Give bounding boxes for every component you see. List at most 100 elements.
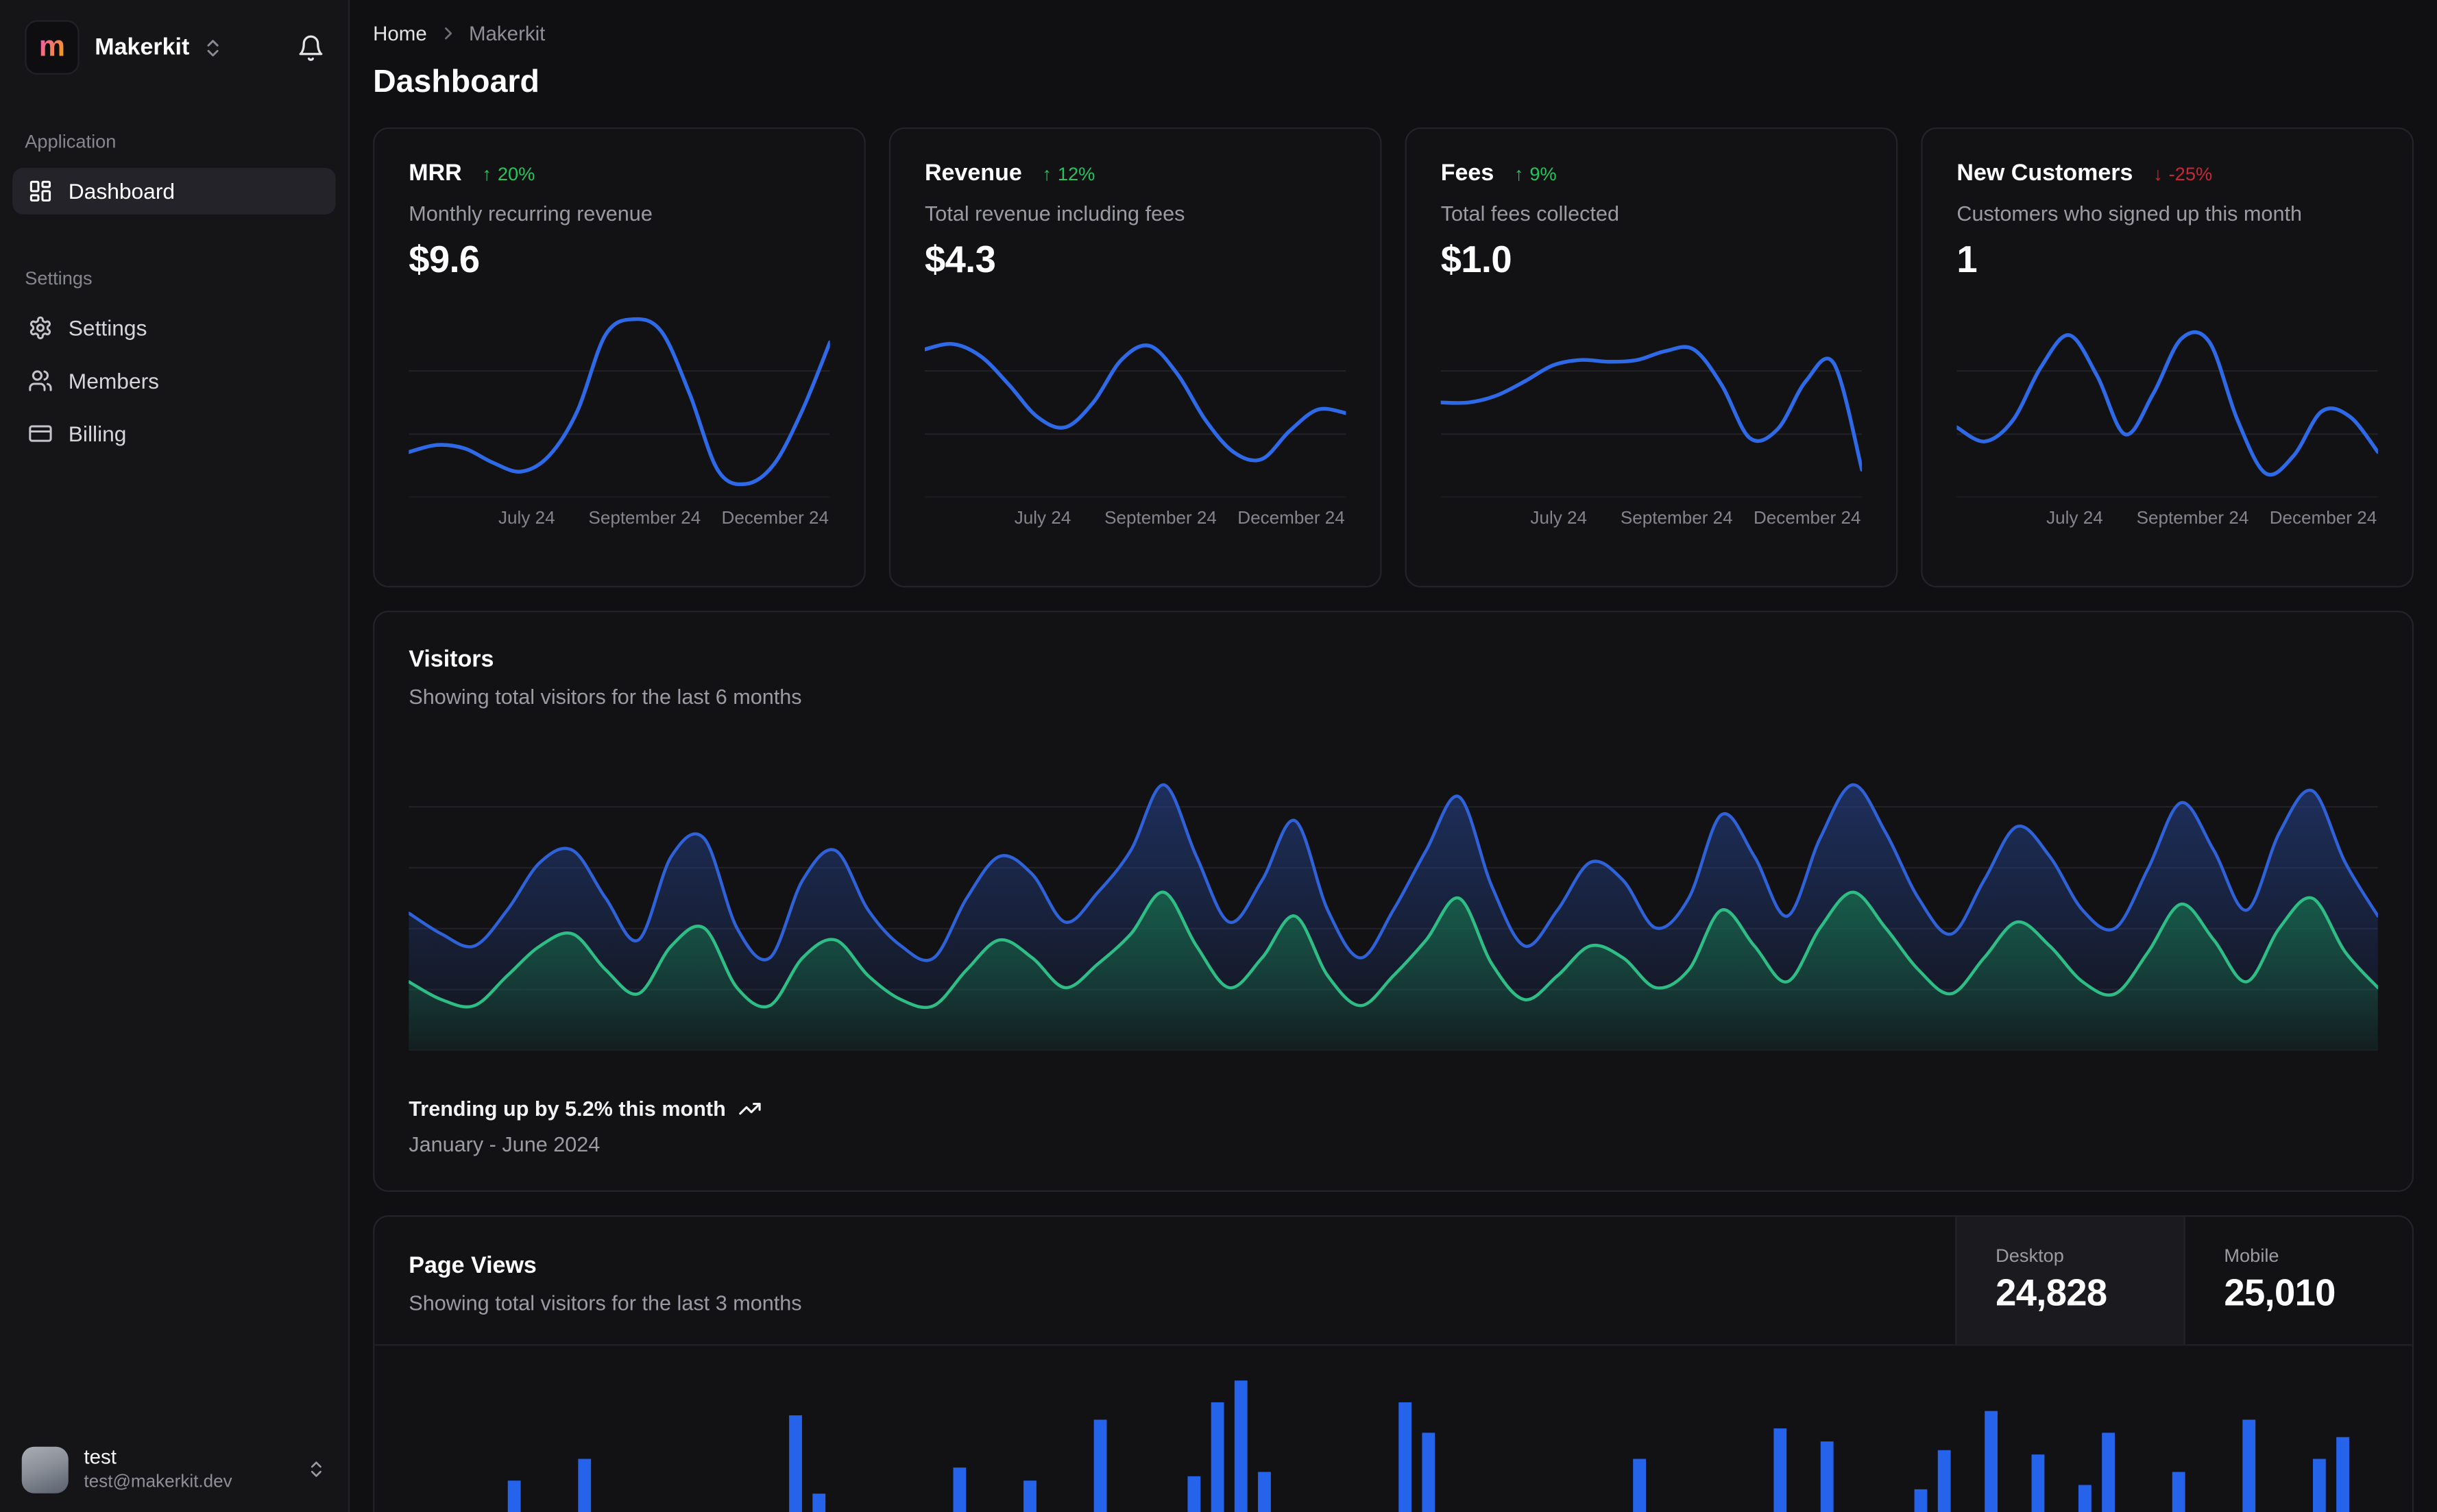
sidebar-item-settings[interactable]: Settings [12, 304, 336, 351]
visitors-title: Visitors [409, 646, 2378, 673]
stat-value: $9.6 [409, 239, 829, 282]
page-views-header: Page Views Showing total visitors for th… [374, 1217, 2412, 1345]
trend-value: 20% [498, 162, 535, 184]
chevrons-up-down-icon [306, 1459, 326, 1479]
breadcrumb-home-link[interactable]: Home [373, 22, 427, 45]
trend-value: -25% [2169, 162, 2213, 184]
axis-tick: July 24 [2046, 510, 2103, 528]
axis-tick: September 24 [1104, 510, 1217, 528]
trend-badge: ↑9% [1514, 162, 1557, 184]
team-name: Makerkit [95, 34, 189, 61]
trend-summary-text: Trending up by 5.2% this month [409, 1097, 726, 1121]
page-views-title: Page Views [409, 1252, 1921, 1279]
sidebar: m Makerkit Application Dashboard Setting… [0, 0, 350, 1512]
user-menu[interactable]: test test@makerkit.dev [0, 1427, 348, 1512]
sidebar-item-dashboard[interactable]: Dashboard [12, 168, 336, 215]
stat-title: MRR [409, 160, 461, 187]
arrow-down-icon: ↓ [2153, 162, 2163, 184]
axis-tick: July 24 [1015, 510, 1071, 528]
mrr-sparkline-chart [409, 308, 829, 498]
credit-card-icon [28, 421, 53, 446]
x-axis-labels: July 24 September 24 December 24 [925, 504, 1346, 535]
arrow-up-icon: ↑ [1042, 162, 1052, 184]
notifications-bell-icon[interactable] [297, 34, 325, 62]
x-axis-labels: July 24 September 24 December 24 [1441, 504, 1862, 535]
page-views-subtitle: Showing total visitors for the last 3 mo… [409, 1291, 1921, 1315]
axis-tick: July 24 [498, 510, 555, 528]
user-email: test@makerkit.dev [84, 1471, 232, 1493]
trend-summary: Trending up by 5.2% this month [409, 1097, 2378, 1121]
arrow-up-icon: ↑ [1514, 162, 1524, 184]
tab-label: Desktop [1996, 1245, 2183, 1267]
revenue-sparkline-chart [925, 308, 1346, 498]
stat-value: 1 [1956, 239, 2377, 282]
tab-label: Mobile [2224, 1245, 2412, 1267]
stat-title: New Customers [1956, 160, 2133, 187]
tab-value: 25,010 [2224, 1273, 2412, 1316]
user-meta: test test@makerkit.dev [84, 1446, 232, 1493]
tab-mobile[interactable]: Mobile 25,010 [2183, 1217, 2412, 1344]
logo-letter: m [39, 33, 65, 62]
new-customers-sparkline-chart [1956, 308, 2377, 498]
breadcrumb-current[interactable]: Makerkit [469, 22, 545, 45]
date-range: January - June 2024 [409, 1133, 2378, 1156]
stat-subtitle: Customers who signed up this month [1956, 202, 2377, 225]
stat-title-row: MRR ↑ 20% [409, 160, 829, 187]
user-avatar [22, 1446, 69, 1493]
trending-up-icon [738, 1097, 762, 1121]
stat-card-revenue: Revenue ↑12% Total revenue including fee… [889, 127, 1382, 587]
stat-title-row: New Customers ↓ -25% [1956, 160, 2377, 187]
visitors-area-chart [409, 746, 2378, 1050]
trend-value: 9% [1529, 162, 1556, 184]
fees-sparkline-chart [1441, 308, 1862, 498]
nav-section-settings: Settings [12, 267, 336, 304]
stat-cards-row: MRR ↑20% Monthly recurring revenue $9.6 … [373, 127, 2414, 587]
breadcrumb: Home Makerkit [373, 22, 2414, 45]
sidebar-header: m Makerkit [0, 0, 348, 87]
nav-section-application: Application [12, 130, 336, 167]
x-axis-labels: July 24 September 24 December 24 [409, 504, 829, 535]
tab-desktop[interactable]: Desktop 24,828 [1955, 1217, 2183, 1344]
visitors-subtitle: Showing total visitors for the last 6 mo… [409, 685, 2378, 709]
axis-tick: September 24 [1621, 510, 1733, 528]
page-views-panel: Page Views Showing total visitors for th… [373, 1215, 2414, 1512]
page-views-bar-chart [409, 1345, 2378, 1512]
axis-tick: December 24 [722, 510, 829, 528]
chevrons-up-down-icon[interactable] [202, 36, 223, 58]
stat-value: $1.0 [1441, 239, 1862, 282]
nav-label: Dashboard [69, 179, 175, 204]
user-name: test [84, 1446, 232, 1471]
trend-badge: ↑12% [1042, 162, 1095, 184]
stat-subtitle: Monthly recurring revenue [409, 202, 829, 225]
axis-tick: December 24 [1237, 510, 1345, 528]
stat-title-row: Fees ↑9% [1441, 160, 1862, 187]
gear-icon [28, 315, 53, 340]
visitors-panel: Visitors Showing total visitors for the … [373, 611, 2414, 1192]
stat-card-mrr: MRR ↑20% Monthly recurring revenue $9.6 … [373, 127, 866, 587]
stat-value: $4.3 [925, 239, 1346, 282]
nav-label: Settings [69, 315, 147, 340]
page-views-heading: Page Views Showing total visitors for th… [374, 1217, 1955, 1344]
nav-label: Billing [69, 421, 127, 446]
dashboard-grid-icon [28, 179, 53, 204]
stat-card-new-customers: New Customers ↓ -25% Customers who signed… [1921, 127, 2414, 587]
nav-label: Members [69, 368, 159, 393]
x-axis-labels: July 24 September 24 December 24 [1956, 504, 2377, 535]
page-views-tabs: Desktop 24,828 Mobile 25,010 [1955, 1217, 2412, 1344]
nav-spacer [12, 221, 336, 267]
tab-value: 24,828 [1996, 1273, 2183, 1316]
axis-tick: July 24 [1530, 510, 1587, 528]
axis-tick: December 24 [2270, 510, 2377, 528]
sidebar-item-billing[interactable]: Billing [12, 411, 336, 457]
sidebar-item-members[interactable]: Members [12, 357, 336, 404]
stat-subtitle: Total fees collected [1441, 202, 1862, 225]
users-icon [28, 368, 53, 393]
trend-badge: ↑ 20% [482, 162, 535, 184]
app-root: m Makerkit Application Dashboard Setting… [0, 0, 2437, 1512]
arrow-up-icon: ↑ [482, 162, 492, 184]
stat-title-row: Revenue ↑12% [925, 160, 1346, 187]
trend-badge: ↓ -25% [2153, 162, 2212, 184]
stat-title: Revenue [925, 160, 1022, 187]
axis-tick: September 24 [588, 510, 701, 528]
chevron-right-icon [438, 23, 458, 43]
